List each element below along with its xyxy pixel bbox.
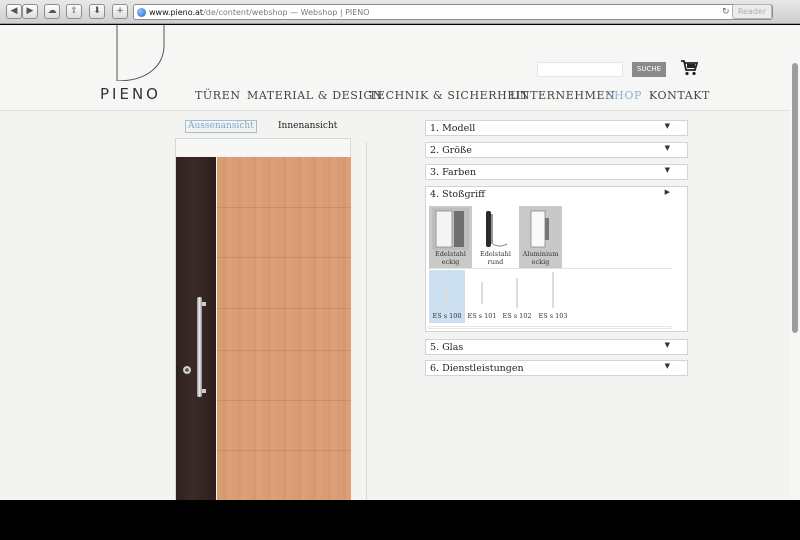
caret-down-icon: ▼ [664,144,670,152]
section-label: 1. Modell [430,123,476,134]
reader-button[interactable]: Reader [732,4,772,19]
address-text: www.pieno.at/de/content/webshop — Websho… [149,8,370,17]
panel-scrollbar[interactable] [428,326,672,329]
caret-right-icon: ▶ [664,188,670,196]
nav-kontakt[interactable]: KONTAKT [649,89,710,102]
door-panel-seam [217,400,351,401]
section-stossgriff[interactable]: 4. Stoßgriff ▶ [425,186,688,202]
nav-technik-sicherheit[interactable]: TECHNIK & SICHERHEIT [369,89,529,102]
forward-icon[interactable]: ▶ [22,4,38,19]
door-panel-seam [217,450,351,451]
caret-down-icon: ▼ [664,362,670,370]
door-handle [197,297,202,397]
section-label: 6. Dienstleistungen [430,363,524,374]
section-label: 3. Farben [430,167,477,178]
variant-es-s-101[interactable]: ES s 101 [464,270,500,323]
nav-tueren[interactable]: TÜREN [195,89,241,102]
new-tab-icon[interactable]: + [112,4,128,19]
share-icon[interactable]: ⇪ [66,4,82,19]
handle-type-edelstahl-eckig[interactable]: Edelstahl eckig [429,206,472,268]
cloud-icon[interactable]: ☁ [44,4,60,19]
search-button[interactable]: SUCHE [632,62,666,77]
tab-outside-view[interactable]: Aussenansicht [185,120,257,133]
variant-es-s-100[interactable]: ES s 100 [429,270,465,323]
round-handle-icon [486,211,508,247]
caret-down-icon: ▼ [664,166,670,174]
variant-label: ES s 103 [538,312,568,320]
handle-type-aluminium-eckig[interactable]: Aluminium eckig [519,206,562,268]
nav-material-design[interactable]: MATERIAL & DESIGN [247,89,383,102]
variant-label: ES s 101 [467,312,497,320]
address-bar[interactable]: www.pieno.at/de/content/webshop — Websho… [133,4,773,20]
browser-toolbar: ◀ ▶ ☁ ⇪ ⬇ + www.pieno.at/de/content/webs… [0,0,800,24]
site-logo[interactable]: PIENO [100,85,161,103]
site-header: PIENO SUCHE TÜREN MATERIAL & DESIGN TECH… [0,25,800,111]
door-panel-seam [217,257,351,258]
reload-icon[interactable]: ↻ [722,7,730,17]
door-panel-seam [217,308,351,309]
aluminium-handle-icon [522,208,559,250]
square-handle-icon [432,208,469,250]
handle-bar-thumb [552,272,554,308]
section-farben[interactable]: 3. Farben ▼ [425,164,688,180]
tab-inside-view[interactable]: Innenansicht [275,120,340,133]
section-label: 5. Glas [430,342,464,353]
handle-bar-thumb [516,278,518,308]
lock-cylinder [183,366,191,374]
scrollbar-thumb[interactable] [792,63,798,333]
section-modell[interactable]: 1. Modell ▼ [425,120,688,136]
back-icon[interactable]: ◀ [6,4,22,19]
handle-type-edelstahl-rund[interactable]: Edelstahl rund [474,206,517,268]
door-leaf [217,157,351,500]
caret-down-icon: ▼ [664,122,670,130]
panel-divider [428,268,672,269]
door-side-panel [176,157,216,500]
handle-type-caption: Edelstahl rund [480,250,511,266]
logo-mark [116,25,165,81]
search-input[interactable] [537,62,623,77]
handle-bar-thumb [481,282,483,304]
handle-bar-thumb [446,282,448,310]
door-panel-seam [217,207,351,208]
variant-es-s-102[interactable]: ES s 102 [499,270,535,323]
page-title-in-url: — Webshop | PIENO [287,8,370,17]
section-label: 2. Größe [430,145,472,156]
section-label: 4. Stoßgriff [430,189,485,200]
nav-unternehmen[interactable]: UNTERNEHMEN [510,89,615,102]
variant-es-s-103[interactable]: ES s 103 [535,270,571,323]
section-glas[interactable]: 5. Glas ▼ [425,339,688,355]
handle-type-caption: Edelstahl eckig [435,250,466,266]
caret-down-icon: ▼ [664,341,670,349]
variant-label: ES s 100 [432,312,462,320]
cart-icon[interactable] [680,59,698,77]
page-scrollbar[interactable] [790,25,800,500]
door-panel-seam [217,350,351,351]
globe-icon [137,8,146,17]
section-dienstleistungen[interactable]: 6. Dienstleistungen ▼ [425,360,688,376]
download-icon[interactable]: ⬇ [89,4,105,19]
handle-type-caption: Aluminium eckig [522,250,559,266]
door-frame [175,138,351,156]
column-divider [366,142,367,500]
url-host: www.pieno.at [149,8,204,17]
nav-shop[interactable]: SHOP [606,89,642,102]
section-groesse[interactable]: 2. Größe ▼ [425,142,688,158]
url-path: /de/content/webshop [203,8,288,17]
variant-label: ES s 102 [502,312,532,320]
webshop-page: PIENO SUCHE TÜREN MATERIAL & DESIGN TECH… [0,25,800,500]
